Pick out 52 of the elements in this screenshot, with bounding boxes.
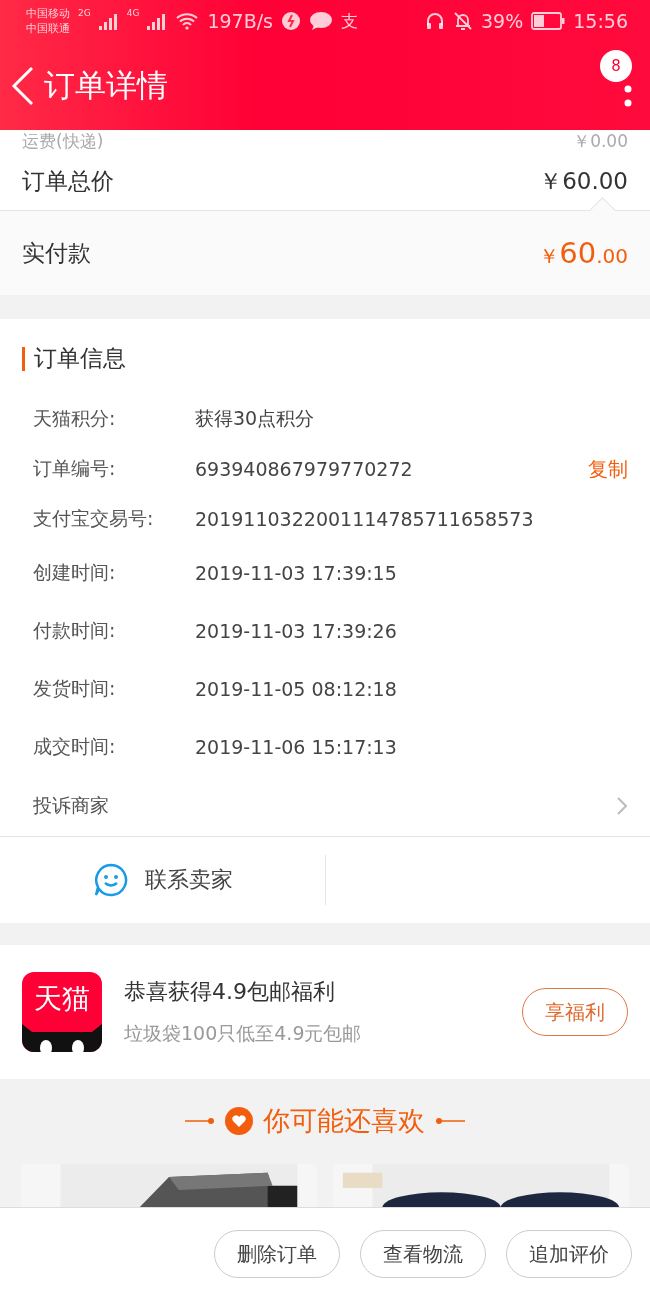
chat-bubble-icon	[309, 11, 333, 31]
info-value: 2019-11-06 15:17:13	[195, 736, 398, 758]
battery-percent: 39%	[481, 10, 524, 32]
price-value: ￥0.00	[573, 129, 628, 153]
info-label: 天猫积分:	[33, 406, 117, 431]
carrier-name: 中国联通	[26, 21, 70, 36]
info-label: 支付宝交易号:	[33, 506, 155, 531]
app-icon	[281, 11, 301, 31]
dot-line-icon	[185, 1117, 215, 1126]
smiley-chat-icon	[92, 862, 129, 898]
info-value: 693940867979770272	[195, 458, 414, 480]
signal-icon	[147, 12, 168, 30]
info-label: 付款时间:	[33, 618, 117, 643]
app-glyph: 支	[341, 9, 358, 33]
info-value: 2019110322001114785711658573	[195, 508, 535, 530]
dot-line-icon	[435, 1117, 465, 1126]
carrier-name: 中国移动	[26, 6, 70, 21]
paid-amount: ￥60.00	[539, 236, 628, 270]
paid-label: 实付款	[22, 238, 91, 268]
price-value: ￥60.00	[539, 166, 628, 196]
info-value: 获得30点积分	[195, 406, 316, 431]
info-label: 成交时间:	[33, 734, 117, 759]
order-action-button[interactable]: 追加评价	[506, 1230, 632, 1278]
wifi-icon	[175, 12, 200, 30]
price-label: 运费(快递)	[22, 129, 104, 153]
page-title: 订单详情	[44, 66, 168, 105]
promo-title: 恭喜获得4.9包邮福利	[124, 978, 336, 1006]
network-type: 2G	[78, 8, 91, 18]
network-type: 4G	[126, 8, 140, 18]
signal-icon	[98, 12, 119, 30]
info-label: 订单编号:	[33, 456, 117, 481]
network-speed: 197B/s	[207, 10, 273, 32]
order-action-button[interactable]: 删除订单	[214, 1230, 340, 1278]
order-action-button[interactable]: 查看物流	[360, 1230, 486, 1278]
bell-off-icon	[453, 11, 473, 31]
contact-seller-button[interactable]: 联系卖家	[0, 855, 326, 905]
info-value: 2019-11-05 08:12:18	[195, 678, 398, 700]
info-value: 2019-11-03 17:39:15	[195, 562, 398, 584]
recommend-title: 你可能还喜欢	[263, 1104, 425, 1139]
price-label: 订单总价	[22, 166, 114, 196]
info-label: 创建时间:	[33, 560, 117, 585]
info-label: 发货时间:	[33, 676, 117, 701]
clock-time: 15:56	[573, 10, 628, 32]
app-logo: 天猫	[22, 972, 102, 1052]
promo-subtitle: 垃圾袋100只低至4.9元包邮	[124, 1021, 363, 1046]
notification-badge: 8	[600, 50, 632, 82]
battery-icon	[531, 12, 566, 30]
info-value: 2019-11-03 17:39:26	[195, 620, 398, 642]
section-title: 订单信息	[34, 344, 126, 373]
back-icon[interactable]	[10, 66, 36, 106]
headphones-icon	[425, 11, 445, 31]
complaint-link[interactable]: 投诉商家	[33, 793, 616, 819]
